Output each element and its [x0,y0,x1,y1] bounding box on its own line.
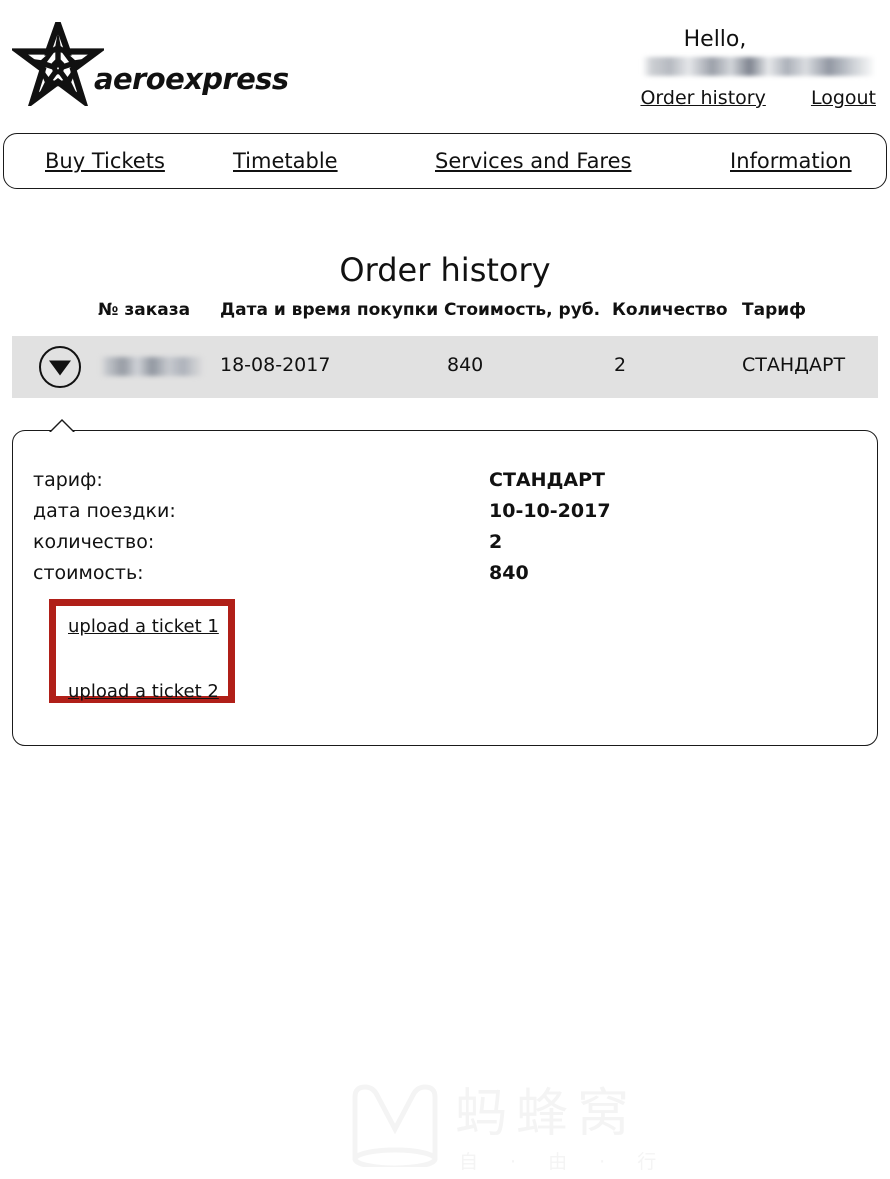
column-header-order-number: № заказа [98,300,191,320]
mafengwo-watermark: 蚂蜂窝 自 · 由 · 行 [349,1067,679,1179]
orders-table: № заказа Дата и время покупки Стоимость,… [12,300,878,398]
expand-order-toggle-button[interactable] [39,346,81,388]
detail-row-fare: тариф: СТАНДАРТ [33,469,733,500]
detail-row-price: стоимость: 840 [33,562,733,593]
order-detail-panel: тариф: СТАНДАРТ дата поездки: 10-10-2017… [12,419,878,1173]
order-history-link[interactable]: Order history [640,87,765,109]
cell-purchase-date: 18-08-2017 [220,354,331,376]
table-row[interactable]: 18-08-2017 840 2 СТАНДАРТ [12,336,878,398]
nav-buy-tickets[interactable]: Buy Tickets [45,149,165,173]
nav-services-and-fares[interactable]: Services and Fares [435,149,631,173]
table-header-row: № заказа Дата и время покупки Стоимость,… [12,300,878,336]
notch-fill [50,421,73,432]
logout-link[interactable]: Logout [811,87,876,109]
watermark-text-sub: 自 · 由 · 行 [459,1151,670,1173]
watermark-logo-icon [352,1084,438,1167]
site-header: aeroexpress Hello, Order history Logout [0,0,890,131]
account-links: Order history Logout [576,86,876,110]
detail-label-price: стоимость: [33,562,144,584]
account-block: Hello, Order history Logout [576,26,876,110]
cell-quantity: 2 [614,354,627,376]
detail-value-fare: СТАНДАРТ [489,469,606,491]
column-header-price: Стоимость, руб. [444,300,601,320]
nav-items: Buy Tickets Timetable Services and Fares… [4,134,886,188]
upload-tickets-highlight-box: upload a ticket 1 upload a ticket 2 [49,599,235,703]
nav-timetable[interactable]: Timetable [233,149,338,173]
column-header-purchase-datetime: Дата и время покупки [220,300,439,320]
watermark-text-main: 蚂蜂窝 [455,1084,639,1144]
page-title: Order history [339,251,551,290]
detail-label-trip-date: дата поездки: [33,500,176,522]
detail-label-fare: тариф: [33,469,103,491]
order-detail-list: тариф: СТАНДАРТ дата поездки: 10-10-2017… [33,469,733,593]
cell-fare: СТАНДАРТ [742,354,846,376]
main-navigation: Buy Tickets Timetable Services and Fares… [3,133,887,189]
column-header-quantity: Количество [612,300,728,320]
cell-price: 840 [447,354,484,376]
upload-ticket-2-link[interactable]: upload a ticket 2 [68,681,219,702]
detail-row-quantity: количество: 2 [33,531,733,562]
detail-value-trip-date: 10-10-2017 [489,500,611,522]
hello-greeting: Hello, [683,27,747,52]
panel-pointer-notch [49,419,75,432]
column-header-fare: Тариф [742,300,807,320]
triangle-down-icon [49,360,71,376]
site-logo[interactable]: aeroexpress [12,22,289,106]
detail-value-price: 840 [489,562,529,584]
detail-value-quantity: 2 [489,531,503,553]
user-name-redacted [642,57,876,76]
logo-wordmark: aeroexpress [94,62,289,96]
aeroexpress-star-logo-icon [12,22,104,106]
upload-ticket-1-link[interactable]: upload a ticket 1 [68,616,219,637]
detail-row-trip-date: дата поездки: 10-10-2017 [33,500,733,531]
detail-label-quantity: количество: [33,531,155,553]
nav-information[interactable]: Information [730,149,852,173]
order-number-redacted [100,357,204,376]
